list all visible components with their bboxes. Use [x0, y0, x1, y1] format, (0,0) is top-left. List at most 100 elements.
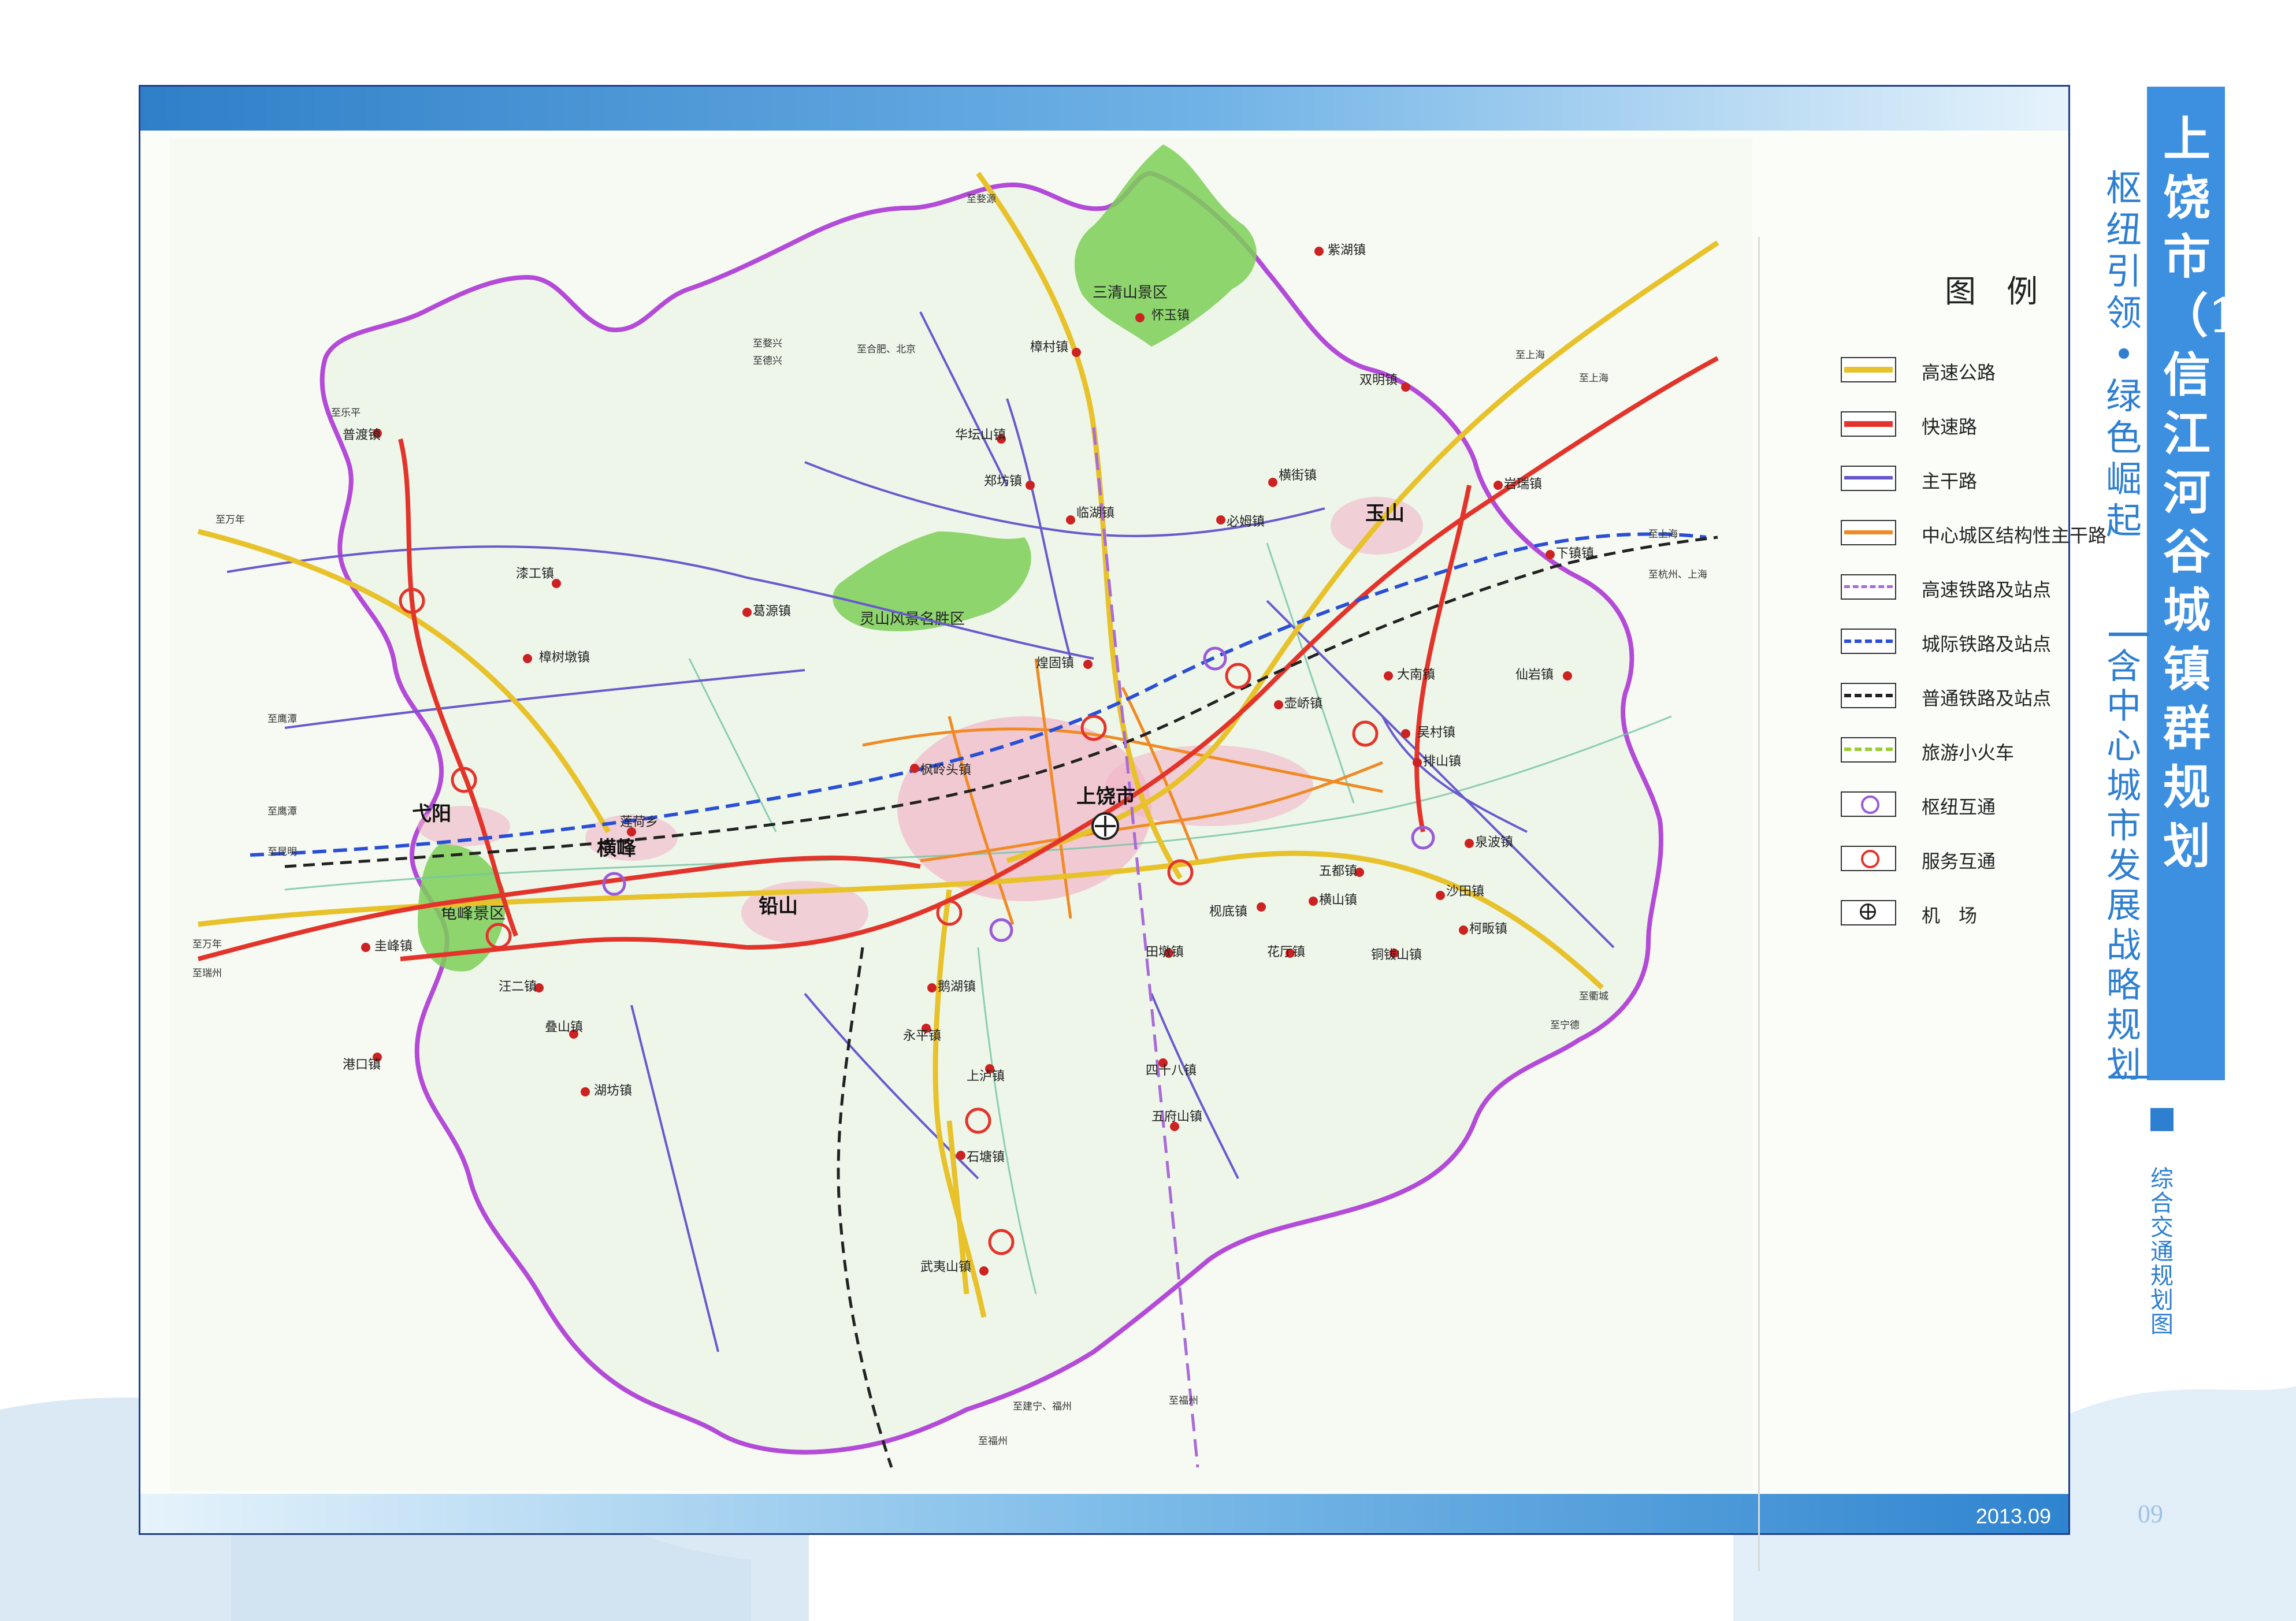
- legend-swatch: [1841, 357, 1896, 382]
- legend-label: 快速路: [1922, 416, 1978, 438]
- city-label-shangrao: 上饶市: [1076, 785, 1135, 808]
- section-marker: [2150, 1108, 2174, 1131]
- divider: [2109, 1076, 2149, 1079]
- legend-swatch: [1841, 791, 1896, 817]
- destination-label: 至昆明: [268, 846, 297, 858]
- town-label: 双明镇: [1359, 373, 1398, 388]
- town-label: 鹅湖镇: [938, 980, 976, 994]
- legend-main-road: 主干路: [1841, 461, 2083, 496]
- town-label: 叠山镇: [545, 1020, 583, 1035]
- town-label: 湖坊镇: [594, 1084, 632, 1098]
- legend-label: 普通铁路及站点: [1922, 687, 2052, 709]
- legend-label: 服务互通: [1922, 850, 1996, 872]
- legend-general-rail: 普通铁路及站点: [1841, 678, 2083, 713]
- legend-swatch: [1841, 466, 1896, 491]
- legend-intercity-rail: 城际铁路及站点: [1841, 624, 2083, 659]
- destination-label: 至建宁、福州: [1013, 1401, 1072, 1412]
- destination-label: 至福州: [978, 1436, 1008, 1447]
- destination-label: 至上海: [1579, 373, 1608, 384]
- legend-label: 中心城区结构性主干路: [1922, 525, 2107, 546]
- page-title: 上饶市（1+5）信江河谷城镇群规划: [2161, 111, 2296, 874]
- town-label: 临湖镇: [1076, 506, 1114, 520]
- city-label-yanshan: 铅山: [759, 895, 798, 918]
- legend-hub-interchange: 枢纽互通: [1841, 787, 2083, 821]
- legend-swatch: [1841, 520, 1896, 545]
- town-label: 泉波镇: [1475, 835, 1513, 850]
- destination-label: 至鹰潭: [268, 713, 297, 725]
- legend-high-speed-rail: 高速铁路及站点: [1841, 570, 2083, 604]
- town-label: 五府山镇: [1151, 1110, 1202, 1124]
- destination-label: 至万年: [216, 514, 245, 526]
- legend-label: 高速铁路及站点: [1922, 579, 2052, 601]
- legend-label: 城际铁路及站点: [1922, 633, 2052, 655]
- legend-express-road: 快速路: [1841, 407, 2083, 441]
- destination-label: 至瑞州: [192, 968, 222, 979]
- destination-label: 至鹰潭: [268, 806, 297, 817]
- town-label: 紫湖镇: [1328, 243, 1366, 258]
- town-label: 上泸镇: [967, 1069, 1005, 1084]
- town-label: 横街镇: [1279, 469, 1317, 483]
- divider: [2109, 633, 2149, 636]
- town-label: 永平镇: [903, 1029, 941, 1043]
- destination-label: 至福州: [1169, 1395, 1198, 1407]
- destination-label: 至合肥、北京: [857, 344, 916, 355]
- town-label: 武夷山镇: [920, 1260, 971, 1274]
- legend-swatch: [1841, 629, 1896, 654]
- town-label: 枧底镇: [1209, 905, 1247, 919]
- legend-swatch: [1841, 574, 1896, 600]
- town-label: 横山镇: [1319, 893, 1357, 908]
- town-label: 排山镇: [1423, 754, 1461, 769]
- town-label: 岩瑞镇: [1504, 477, 1542, 492]
- destination-label: 至衢城: [1579, 990, 1608, 1002]
- legend-label: 机 场: [1922, 905, 1978, 927]
- legend-swatch: [1841, 737, 1896, 763]
- destination-label: 至杭州、上海: [1648, 569, 1707, 581]
- town-label: 华坛山镇: [955, 428, 1006, 443]
- town-label: 必姆镇: [1227, 515, 1265, 529]
- town-label: 石塘镇: [967, 1150, 1005, 1165]
- legend-tourist-train: 旅游小火车: [1841, 733, 2083, 767]
- page-number: 09: [2138, 1500, 2163, 1528]
- destination-label: 至乐平: [331, 407, 361, 419]
- town-label: 四十八镇: [1146, 1064, 1197, 1078]
- town-label: 吴村镇: [1417, 726, 1455, 740]
- page-subtitle-2: 含中心城市发展战略规划: [2106, 646, 2141, 1085]
- town-label: 樟树墩镇: [539, 650, 590, 665]
- destination-label: 至上海: [1515, 350, 1545, 361]
- legend-central-arterial: 中心城区结构性主干路: [1841, 515, 2106, 550]
- legend-title: 图 例: [1945, 273, 2049, 310]
- city-label-yiyang: 弋阳: [412, 802, 451, 826]
- legend-label: 高速公路: [1922, 362, 1996, 384]
- airport-icon: [1091, 812, 1119, 840]
- town-label: 壶峤镇: [1284, 697, 1322, 711]
- town-label: 五都镇: [1319, 864, 1357, 879]
- town-label: 樟村镇: [1030, 340, 1068, 355]
- destination-label: 至德兴: [753, 355, 782, 367]
- destination-label: 至婺兴: [753, 338, 782, 350]
- town-label: 莲荷乡: [620, 815, 658, 830]
- destination-label: 至万年: [192, 939, 222, 950]
- destination-label: 至宁德: [1550, 1020, 1580, 1031]
- town-label: 下镇镇: [1556, 546, 1594, 561]
- legend-label: 枢纽互通: [1922, 796, 1996, 818]
- town-label: 仙岩镇: [1515, 668, 1554, 682]
- town-label: 沙田镇: [1446, 884, 1484, 899]
- town-label: 漆工镇: [516, 567, 554, 581]
- destination-label: 至婺源: [967, 194, 996, 205]
- legend-swatch: [1841, 846, 1896, 871]
- page-subtitle: 枢纽引领 • 绿色崛起: [2105, 167, 2142, 542]
- town-label: 港口镇: [343, 1058, 381, 1072]
- town-label: 圭峰镇: [374, 939, 413, 954]
- sanqingshan-label: 三清山景区: [1093, 284, 1168, 302]
- town-label: 郑坊镇: [984, 474, 1022, 489]
- town-label: 葛源镇: [753, 604, 791, 619]
- transport-map: 三清山景区 灵山风景名胜区 龟峰景区 紫湖镇 怀玉镇 樟村镇 双明镇 华坛山镇 …: [169, 139, 1752, 1490]
- legend-label: 主干路: [1922, 470, 1978, 492]
- town-label: 汪二镇: [499, 980, 537, 994]
- legend-expressway: 高速公路: [1841, 352, 2083, 387]
- destination-label: 至上海: [1648, 529, 1678, 540]
- legend-service-interchange: 服务互通: [1841, 841, 2083, 876]
- legend-swatch: [1841, 411, 1896, 437]
- legend-label: 旅游小火车: [1922, 742, 2015, 764]
- city-label-hengfeng: 横峰: [597, 837, 636, 860]
